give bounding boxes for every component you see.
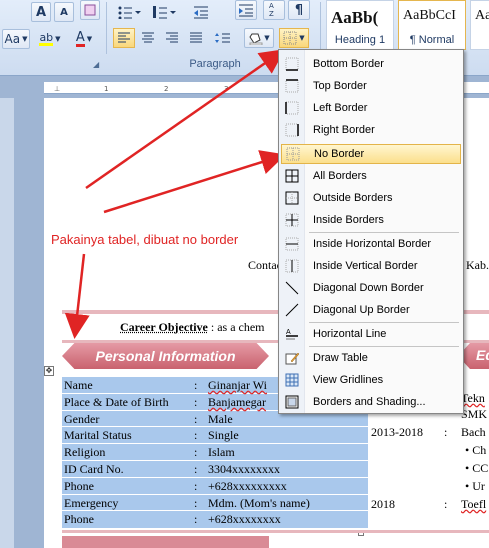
view-gridlines-icon <box>281 371 303 389</box>
bottom-border-icon <box>281 55 303 73</box>
arrow-to-table <box>75 254 84 334</box>
inside-borders-icon <box>281 211 303 229</box>
inside-vertical-border-icon <box>281 257 303 275</box>
menu-item-inside-borders[interactable]: Inside Borders <box>281 210 461 230</box>
menu-item-all-borders[interactable]: All Borders <box>281 166 461 186</box>
menu-separator <box>309 346 459 347</box>
arrow-to-borders-button <box>86 52 281 188</box>
no-border-icon <box>282 145 304 163</box>
all-borders-icon <box>281 167 303 185</box>
arrow-to-no-border <box>104 156 281 212</box>
menu-item-horizontal-line[interactable]: A Horizontal Line <box>281 324 461 344</box>
menu-item-diagonal-up-border[interactable]: Diagonal Up Border <box>281 300 461 320</box>
diagonal-down-border-icon <box>281 279 303 297</box>
inside-horizontal-border-icon <box>281 235 303 253</box>
outside-borders-icon <box>281 189 303 207</box>
menu-separator <box>309 232 459 233</box>
menu-item-top-border[interactable]: Top Border <box>281 76 461 96</box>
top-border-icon <box>281 77 303 95</box>
menu-item-borders-and-shading[interactable]: Borders and Shading... <box>281 392 461 412</box>
menu-item-no-border[interactable]: No Border <box>281 144 461 164</box>
borders-and-shading-icon <box>281 393 303 411</box>
menu-item-bottom-border[interactable]: Bottom Border <box>281 54 461 74</box>
svg-text:A: A <box>286 329 291 336</box>
menu-item-diagonal-down-border[interactable]: Diagonal Down Border <box>281 278 461 298</box>
menu-item-inside-vertical-border[interactable]: Inside Vertical Border <box>281 256 461 276</box>
menu-item-outside-borders[interactable]: Outside Borders <box>281 188 461 208</box>
menu-separator <box>309 322 459 323</box>
menu-item-view-gridlines[interactable]: View Gridlines <box>281 370 461 390</box>
menu-item-right-border[interactable]: Right Border <box>281 120 461 140</box>
horizontal-line-icon: A <box>281 325 303 343</box>
borders-dropdown-menu[interactable]: Bottom Border Top Border Left Border Rig… <box>278 49 464 414</box>
draw-table-icon <box>281 349 303 367</box>
menu-item-draw-table[interactable]: Draw Table <box>281 348 461 368</box>
menu-item-inside-horizontal-border[interactable]: Inside Horizontal Border <box>281 234 461 254</box>
right-border-icon <box>281 121 303 139</box>
diagonal-up-border-icon <box>281 301 303 319</box>
left-border-icon <box>281 99 303 117</box>
menu-item-left-border[interactable]: Left Border <box>281 98 461 118</box>
